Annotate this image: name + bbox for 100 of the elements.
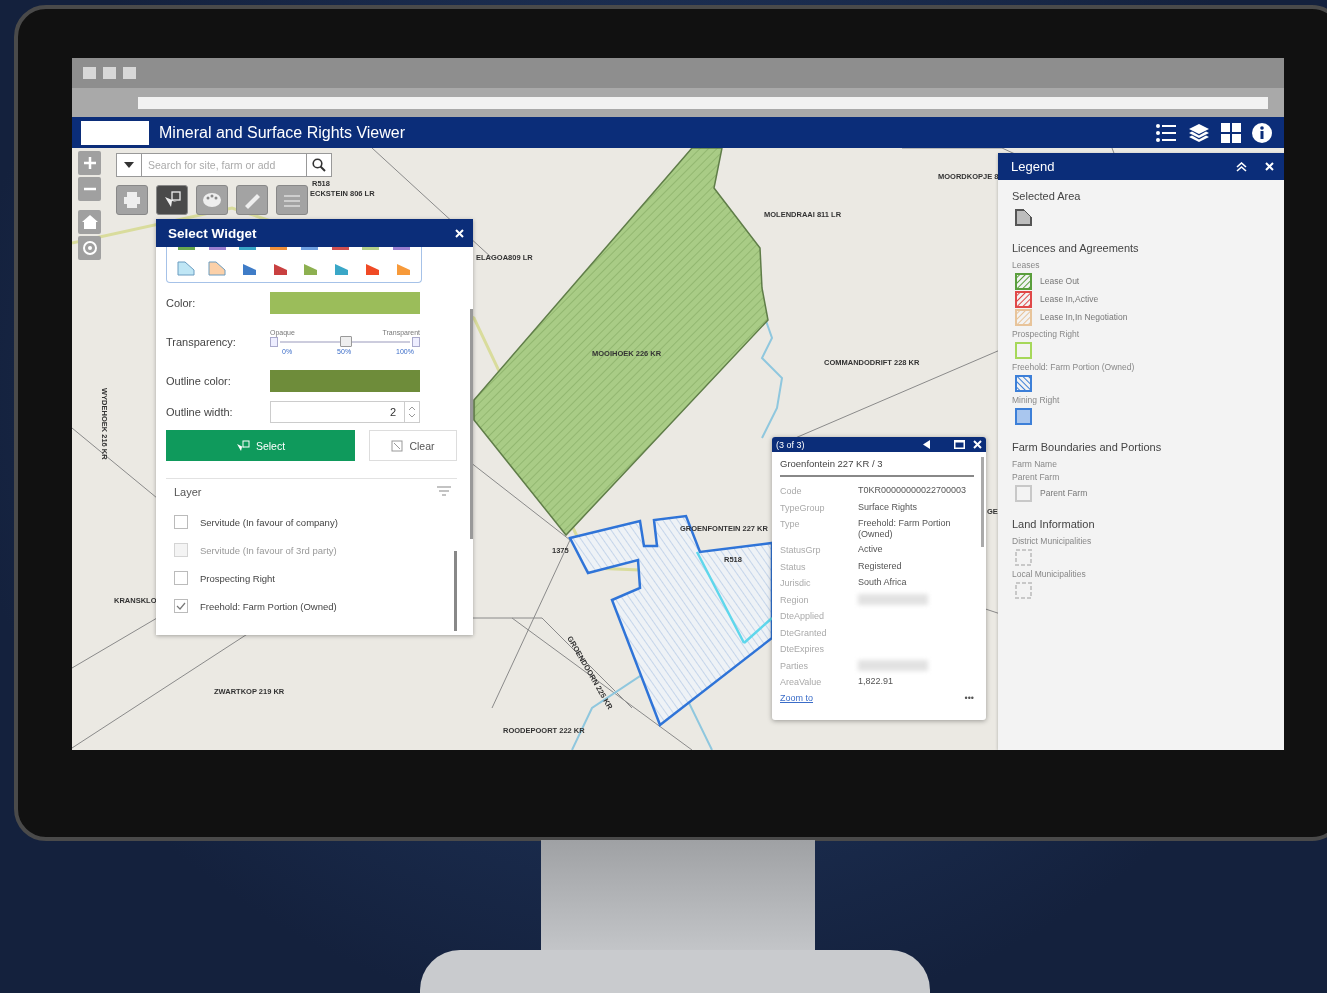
- panel-title: Select Widget: [168, 225, 257, 241]
- field-name: AreaValue: [780, 676, 823, 689]
- symbol-swatch[interactable]: [393, 247, 411, 250]
- layer-label: Prospecting Right: [200, 572, 275, 584]
- transparency-slider[interactable]: [270, 336, 420, 348]
- checkmark-icon: [176, 602, 186, 610]
- caret-icon[interactable]: [124, 162, 134, 168]
- field-value: Registered: [858, 560, 903, 573]
- close-icon[interactable]: [1265, 162, 1274, 171]
- legend-section-title: Farm Boundaries and Portions: [1012, 441, 1163, 453]
- legend-section-title: Selected Area: [1012, 190, 1082, 202]
- clear-button[interactable]: Clear: [369, 430, 457, 461]
- legend-section-title: Land Information: [1012, 518, 1096, 530]
- search-dropdown[interactable]: [116, 153, 142, 177]
- selected-parcel-polygon[interactable]: [568, 514, 774, 728]
- layers-icon[interactable]: [1188, 122, 1210, 143]
- plus-icon[interactable]: [82, 156, 97, 170]
- legend-item-label: Lease In,Active: [1040, 294, 1099, 304]
- ruler-button[interactable]: [236, 185, 268, 215]
- previous-icon[interactable]: [923, 440, 930, 449]
- popup-counter: (3 of 3): [776, 439, 805, 450]
- scrollbar[interactable]: [981, 457, 984, 547]
- color-label: Color:: [166, 297, 197, 309]
- grid-icon[interactable]: [1221, 122, 1241, 143]
- zoom-to-link[interactable]: Zoom to: [780, 692, 813, 703]
- search-icon[interactable]: [312, 158, 326, 172]
- select-button[interactable]: Select: [166, 430, 355, 461]
- legend-item-label: Lease Out: [1040, 276, 1080, 286]
- print-button[interactable]: [116, 185, 148, 215]
- legend-group-label: Mining Right: [1012, 395, 1061, 405]
- info-icon[interactable]: [1252, 122, 1272, 143]
- scrollbar[interactable]: [470, 309, 473, 539]
- palette-icon[interactable]: [202, 191, 222, 209]
- symbol-swatch[interactable]: [177, 247, 195, 250]
- more-button[interactable]: •••: [964, 692, 974, 703]
- scrollbar[interactable]: [454, 551, 457, 631]
- fill-color-swatch[interactable]: [270, 292, 420, 314]
- field-value: T0KR00000000022700003: [858, 485, 968, 497]
- app-title: Mineral and Surface Rights Viewer: [159, 123, 406, 142]
- legend-group-label: Farm Name: [1012, 459, 1058, 469]
- field-value: 1,822.91: [858, 676, 895, 688]
- maximize-icon[interactable]: [954, 440, 965, 449]
- slider-thumb[interactable]: [340, 336, 352, 347]
- legend-group-label: Leases: [1012, 260, 1041, 270]
- field-value: Active: [858, 544, 884, 556]
- legend-symbol-icon: [1015, 290, 1032, 308]
- transparency-label: Transparency:: [166, 336, 237, 348]
- field-name: Code: [780, 485, 803, 498]
- symbol-swatch[interactable]: [239, 247, 257, 250]
- layer-checkbox[interactable]: [174, 571, 188, 585]
- legend-group-label: Freehold: Farm Portion (Owned): [1012, 362, 1136, 372]
- symbol-swatch[interactable]: [300, 247, 318, 250]
- field-value: Surface Rights: [858, 501, 919, 514]
- cursor-icon[interactable]: [162, 191, 182, 209]
- list-icon[interactable]: [1155, 122, 1177, 143]
- symbol-swatch[interactable]: [331, 247, 349, 250]
- layer-label: Freehold: Farm Portion (Owned): [200, 600, 337, 612]
- legend-symbol-icon: [1015, 484, 1032, 502]
- collapse-icon[interactable]: [1236, 161, 1247, 172]
- address-field[interactable]: [138, 96, 1268, 109]
- palette-button[interactable]: [196, 185, 228, 215]
- popup-title: Groenfontein 227 KR / 3: [780, 458, 974, 477]
- cursor-icon: [235, 439, 250, 452]
- blurred-value: [858, 659, 928, 671]
- close-icon[interactable]: [455, 228, 464, 238]
- blurred-value: [858, 593, 928, 605]
- layer-checkbox[interactable]: [174, 599, 188, 613]
- legend-symbol-icon: [1015, 272, 1032, 290]
- field-name: DteApplied: [780, 610, 826, 623]
- legend-symbol-icon: [1015, 341, 1032, 359]
- field-name: TypeGroup: [780, 501, 826, 514]
- legend-group-label: Parent Farm: [1012, 472, 1061, 482]
- symbol-swatch[interactable]: [362, 247, 380, 250]
- polygon-symbol-icon[interactable]: [177, 261, 196, 276]
- polygon-symbol-icon[interactable]: [208, 261, 227, 276]
- legend-section-title: Licences and Agreements: [1012, 242, 1140, 254]
- filter-icon[interactable]: [437, 486, 451, 498]
- outline-color-swatch[interactable]: [270, 370, 420, 392]
- field-name: Jurisdic: [780, 577, 812, 590]
- home-icon[interactable]: [81, 215, 98, 229]
- outline-width-field[interactable]: 2: [270, 401, 420, 423]
- field-name: Type: [780, 518, 801, 531]
- coordinates-button[interactable]: [276, 185, 308, 215]
- field-name: StatusGrp: [780, 544, 822, 557]
- layer-checkbox[interactable]: [174, 515, 188, 529]
- zoom-out-button[interactable]: [78, 177, 101, 201]
- legend-symbol-icon: [1015, 407, 1032, 425]
- logo-placeholder: [81, 120, 149, 145]
- home-button[interactable]: [78, 210, 101, 234]
- select-tool-button[interactable]: [156, 185, 188, 215]
- search-field[interactable]: Search for site, farm or add: [142, 153, 306, 177]
- field-value: Freehold: Farm Portion (Owned): [858, 518, 952, 540]
- field-name: DteGranted: [780, 626, 828, 639]
- symbol-swatch[interactable]: [208, 247, 226, 250]
- symbol-swatch[interactable]: [270, 247, 288, 250]
- printer-icon[interactable]: [122, 191, 142, 209]
- zoom-in-button[interactable]: [78, 151, 101, 175]
- field-name: Status: [780, 560, 807, 573]
- close-icon[interactable]: [973, 440, 982, 449]
- search-button[interactable]: [306, 153, 332, 177]
